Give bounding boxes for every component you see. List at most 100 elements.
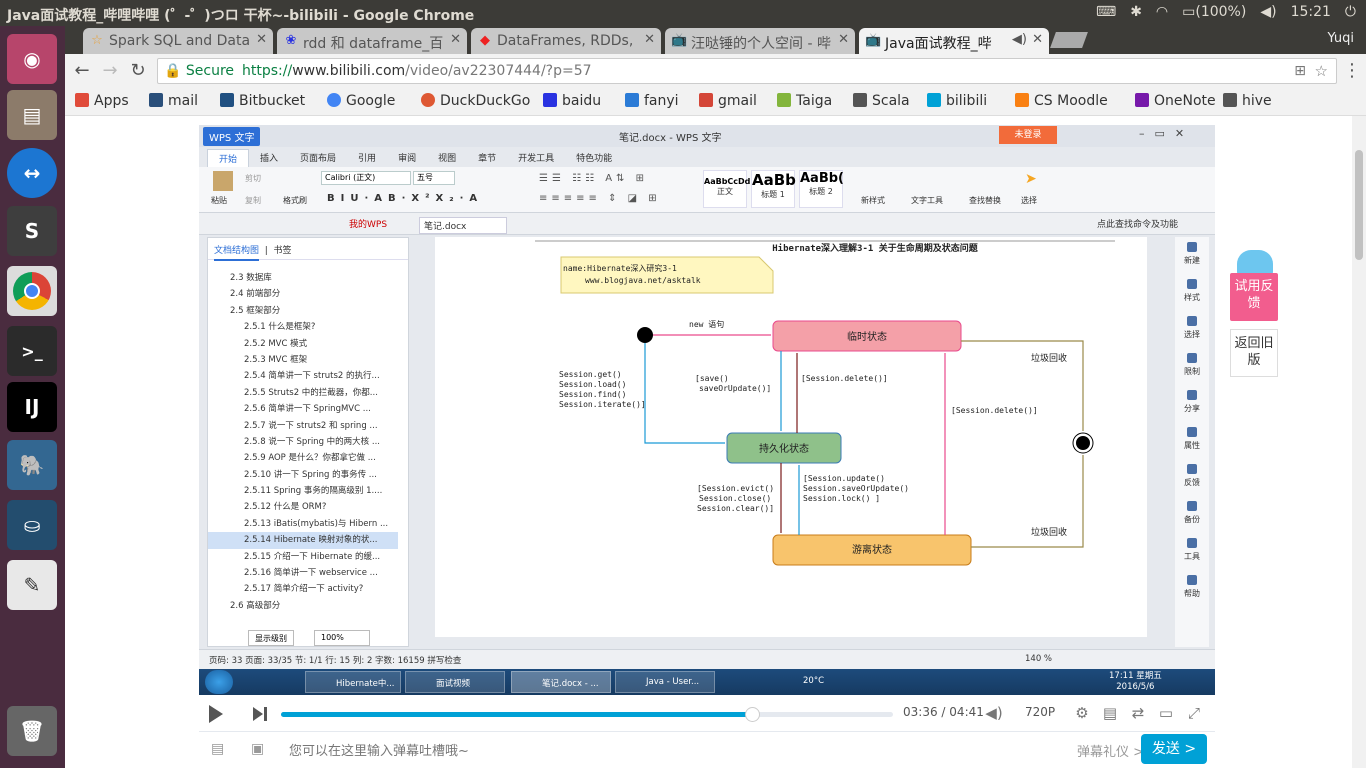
bookmark-duckduckgo[interactable]: DuckDuckGo [421, 93, 530, 109]
danmaku-etiquette-link[interactable]: 弹幕礼仪 > [1077, 741, 1144, 760]
danmaku-settings-icon[interactable]: ▣ [251, 741, 264, 757]
new-tab-button[interactable] [1050, 32, 1088, 48]
close-icon[interactable]: ✕ [838, 32, 849, 47]
copy-label: 复制 [245, 196, 261, 205]
tab-dataframes-rdds[interactable]: ◆ DataFrames, RDDs, ✕ [471, 28, 661, 54]
fullscreen-icon[interactable]: ⤢ [1185, 704, 1203, 722]
tab-rdd-dataframe[interactable]: ❀ rdd 和 dataframe_百 ✕ [277, 28, 467, 54]
bookmark-baidu[interactable]: baidu [543, 93, 601, 109]
intellij-icon[interactable]: IJ [7, 382, 57, 432]
wps-tab: 视图 [438, 154, 457, 164]
edge-get [644, 343, 725, 444]
scrollbar-thumb[interactable] [1355, 150, 1363, 260]
trash-icon[interactable]: 🗑 [7, 706, 57, 756]
find-replace-label: 查找替换 [969, 196, 1001, 205]
loop-icon[interactable]: ⇄ [1129, 704, 1147, 722]
profile-button[interactable]: Yuqi [1327, 31, 1354, 46]
wps-login: 未登录 [999, 126, 1057, 144]
translate-icon [625, 93, 639, 107]
back-button[interactable]: ← [71, 60, 93, 82]
close-icon[interactable]: ✕ [644, 32, 655, 47]
video-frame-wps: WPS 文字 笔记.docx - WPS 文字 未登录 –▭✕ 开始 插入 页面… [199, 125, 1215, 695]
danmaku-toggle-icon[interactable]: ▤ [1101, 704, 1119, 722]
system-tray: ⌨ ✱ ◠ ▭(100%) ◀) 15:21 ⏻ [1096, 4, 1356, 20]
progress-knob[interactable] [745, 707, 761, 722]
bookmark-taiga[interactable]: Taiga [777, 93, 832, 109]
bookmark-apps[interactable]: Apps [75, 93, 129, 109]
wps-tab: 章节 [478, 154, 497, 164]
doc-tab-notes: 笔记.docx [419, 217, 508, 234]
danmaku-input[interactable]: 您可以在这里输入弹幕吐槽哦~ [289, 740, 469, 759]
battery-indicator[interactable]: ▭(100%) [1182, 4, 1246, 20]
volume-icon[interactable]: ◀) [1260, 4, 1276, 20]
teamviewer-icon[interactable]: ↔ [7, 148, 57, 198]
bookmark-onenote[interactable]: OneNote [1135, 93, 1216, 109]
forward-button[interactable]: → [99, 60, 121, 82]
onenote-icon [1135, 93, 1149, 107]
danmaku-style-icon[interactable]: ▤ [211, 741, 224, 757]
bookmark-fanyi[interactable]: fanyi [625, 93, 679, 109]
unity-launcher: ◉ ▤ ↔ S >_ IJ 🐘 ⛀ ✎ 🗑 [0, 26, 65, 768]
play-button[interactable] [209, 705, 223, 723]
settings-icon[interactable]: ✱ [1130, 4, 1142, 20]
tab-bilibili-space[interactable]: 📺 汪哒锤的个人空间 - 哔 ✕ [665, 28, 855, 54]
clock[interactable]: 15:21 [1291, 4, 1331, 20]
secure-indicator[interactable]: 🔒 Secure [164, 63, 234, 79]
terminal-icon[interactable]: >_ [7, 326, 57, 376]
bookmark-bilibili[interactable]: bilibili [927, 93, 987, 109]
bookmark-google[interactable]: Google [327, 93, 395, 109]
next-episode-icon[interactable] [251, 705, 269, 723]
search-command-hint: 点此查找命令及功能 [1097, 220, 1179, 230]
keyboard-icon[interactable]: ⌨ [1096, 4, 1116, 20]
text-editor-icon[interactable]: ✎ [7, 560, 57, 610]
bookmark-cs-moodle[interactable]: CS Moodle [1015, 93, 1108, 109]
menu-icon[interactable]: ⋮ [1341, 60, 1363, 82]
volume-icon[interactable]: ◀) [985, 704, 1003, 722]
send-button[interactable]: 发送 > [1141, 734, 1207, 764]
back-to-old-button[interactable]: 返回旧版 [1230, 329, 1278, 377]
ubuntu-dash-icon[interactable]: ◉ [7, 34, 57, 84]
bookmark-gmail[interactable]: gmail [699, 93, 757, 109]
translate-icon[interactable]: ⊞ [1294, 63, 1306, 79]
page-scrollbar[interactable] [1352, 116, 1366, 768]
chrome-icon[interactable] [7, 266, 57, 316]
bookmark-scala[interactable]: Scala [853, 93, 910, 109]
document-page: Hibernate深入理解3-1 关于生命周期及状态问题 name:Hibern… [435, 237, 1147, 637]
tab-spark-sql[interactable]: ☆ Spark SQL and Data ✕ [83, 28, 273, 54]
doc-tab-my-wps: 我的WPS [349, 220, 388, 230]
tab-java-interview[interactable]: 📺 Java面试教程_哔 ◀) ✕ [859, 28, 1049, 54]
widescreen-icon[interactable]: ▭ [1157, 704, 1175, 722]
video-player[interactable]: WPS 文字 笔记.docx - WPS 文字 未登录 –▭✕ 开始 插入 页面… [199, 125, 1215, 695]
pgadmin-icon[interactable]: 🐘 [7, 440, 57, 490]
quality-select[interactable]: 720P [1025, 705, 1055, 719]
files-icon[interactable]: ▤ [7, 90, 57, 140]
right-tool: 限制 [1175, 348, 1209, 385]
right-tool: 备份 [1175, 496, 1209, 533]
mysql-workbench-icon[interactable]: ⛀ [7, 500, 57, 550]
slack-icon[interactable]: S [7, 206, 57, 256]
close-icon[interactable]: ✕ [1032, 32, 1043, 47]
address-bar[interactable]: 🔒 Secure https://www.bilibili.com/video/… [157, 58, 1337, 84]
close-icon[interactable]: ✕ [450, 32, 461, 47]
url-text[interactable]: https://www.bilibili.com/video/av2230744… [242, 63, 592, 79]
audio-icon[interactable]: ◀) [1012, 32, 1027, 47]
settings-gear-icon[interactable]: ⚙ [1073, 704, 1091, 722]
outline-item: 2.3 数据库 [230, 273, 272, 283]
reload-button[interactable]: ↻ [127, 60, 149, 82]
right-tool: 工具 [1175, 533, 1209, 570]
bookmark-mail[interactable]: mail [149, 93, 198, 109]
player-controls: 03:36 / 04:41 ◀) 720P ⚙ ▤ ⇄ ▭ ⤢ [199, 695, 1215, 731]
bookmark-star-icon[interactable]: ☆ [1315, 62, 1328, 80]
outline-item: 2.5.14 Hibernate 映射对象的状... [208, 532, 398, 549]
bookmark-hive[interactable]: hive [1223, 93, 1272, 109]
power-icon[interactable]: ⏻ [1345, 4, 1356, 20]
windows-start-icon [205, 670, 233, 694]
bookmark-bitbucket[interactable]: Bitbucket [220, 93, 305, 109]
close-icon[interactable]: ✕ [256, 32, 267, 47]
wps-tab: 开发工具 [518, 154, 555, 164]
wifi-icon[interactable]: ◠ [1156, 4, 1168, 20]
progress-bar[interactable] [281, 707, 893, 722]
outline-item: 2.5.2 MVC 模式 [244, 338, 308, 349]
feedback-button[interactable]: 试用反馈 [1230, 273, 1278, 321]
edge-gc-label-1: 垃圾回收 [1031, 352, 1067, 364]
